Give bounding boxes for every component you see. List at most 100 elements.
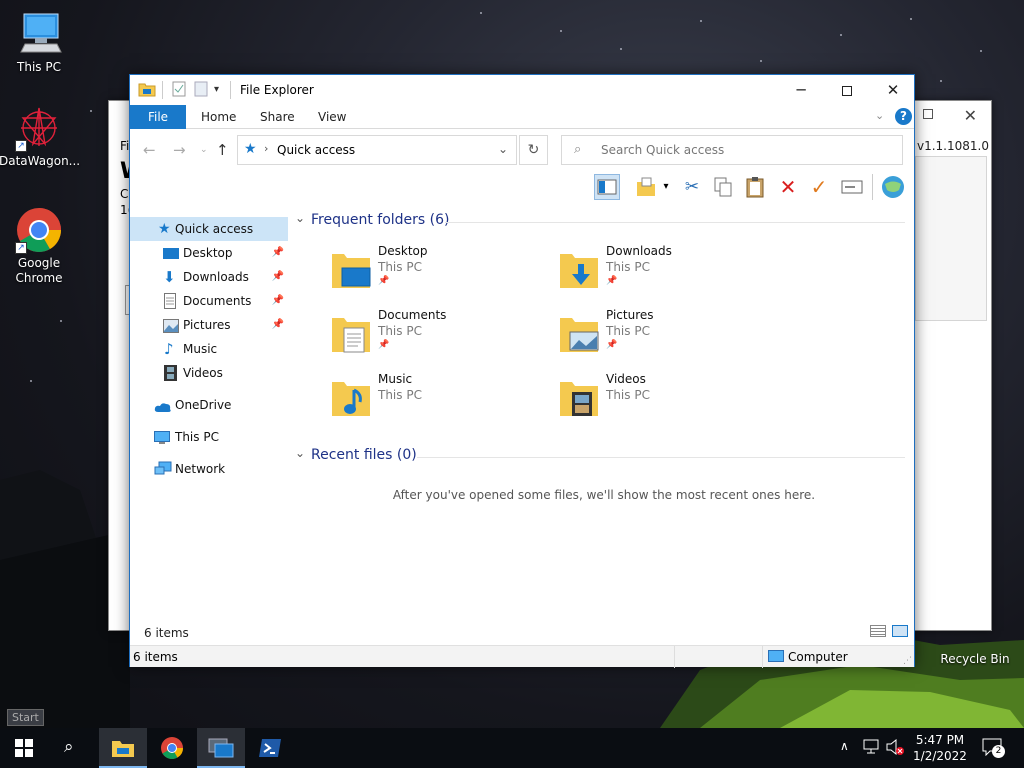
folder-tile-pictures[interactable]: Pictures This PC 📌 [558,308,768,368]
group-divider [445,222,905,223]
shortcut-arrow-icon: ↗ [15,242,27,254]
tab-view[interactable]: View [318,105,346,129]
refresh-button[interactable]: ↻ [519,135,548,165]
address-bar[interactable]: ★ › Quick access ⌄ [237,135,517,165]
close-button[interactable]: ✕ [870,75,916,105]
nav-item-videos[interactable]: Videos [130,361,288,385]
desktop-icon-label: DataWagon... [0,154,81,168]
nav-item-downloads[interactable]: ⬇ Downloads 📌 [130,265,288,289]
group-header-recent-files[interactable]: ⌄ Recent files (0) [295,446,913,467]
large-icons-view-icon[interactable] [892,625,908,637]
nav-item-quick-access[interactable]: ★ Quick access [130,217,288,241]
nav-item-pictures[interactable]: Pictures 📌 [130,313,288,337]
app-window-icon [208,738,234,758]
back-window-close-button[interactable]: ✕ [964,106,977,125]
tab-file[interactable]: File [130,105,186,129]
maximize-button[interactable] [824,75,870,105]
qat-separator [230,81,231,99]
folder-tile-documents[interactable]: Documents This PC 📌 [330,308,540,368]
new-folder-qat-icon[interactable] [194,81,208,99]
minimize-button[interactable]: ─ [778,75,824,105]
details-view-icon[interactable] [870,625,886,637]
title-bar[interactable]: ▾ File Explorer ─ ✕ [130,75,914,105]
paste-icon[interactable] [742,174,768,200]
rename-icon[interactable] [839,174,865,200]
nav-item-desktop[interactable]: Desktop 📌 [130,241,288,265]
folder-tile-desktop[interactable]: Desktop This PC 📌 [330,244,540,304]
folder-tile-videos[interactable]: Videos This PC [558,372,768,432]
music-note-icon: ♪ [164,340,174,358]
tab-share[interactable]: Share [260,105,295,129]
status-location: Computer [788,650,848,664]
action-center-button[interactable]: 2 [982,738,1006,758]
taskbar-powershell[interactable] [246,728,294,768]
network-status-icon[interactable] [862,739,880,768]
new-item-icon[interactable] [634,174,660,200]
new-item-dropdown-icon[interactable]: ▾ [660,174,672,200]
search-box[interactable]: ⌕ Search Quick access [561,135,903,165]
taskbar-app-window[interactable] [197,728,245,768]
documents-icon [164,293,180,309]
breadcrumb-chevron-icon: › [264,142,269,155]
back-button[interactable]: ← [143,141,156,159]
cut-icon[interactable]: ✂ [679,174,705,200]
nav-item-documents[interactable]: Documents 📌 [130,289,288,313]
show-hidden-icons-chevron-icon[interactable]: ∧ [840,739,849,768]
delete-icon[interactable]: ✕ [775,174,801,200]
nav-item-label: Pictures [183,318,231,332]
resize-grip-icon[interactable]: ⋰ [903,656,912,666]
copy-icon[interactable] [710,174,736,200]
tab-home[interactable]: Home [201,105,236,129]
pin-icon: 📌 [271,319,284,330]
item-count: 6 items [144,626,189,640]
file-explorer-window[interactable]: ▾ File Explorer ─ ✕ File Home Share View… [129,74,915,668]
recent-locations-button[interactable]: ⌄ [200,145,208,155]
folder-name: Music [378,372,413,386]
videos-folder-icon [558,378,600,416]
check-icon[interactable]: ✓ [806,174,832,200]
breadcrumb[interactable]: Quick access [277,143,355,157]
folder-location: This PC [378,260,422,274]
desktop-icon-google-chrome[interactable]: ↗ Google Chrome [0,206,79,286]
help-icon[interactable]: ? [895,108,912,125]
navigation-pane-button[interactable] [594,174,620,200]
folder-tile-downloads[interactable]: Downloads This PC 📌 [558,244,768,304]
forward-button[interactable]: → [173,141,186,159]
folder-name: Documents [378,308,447,322]
folder-tile-music[interactable]: Music This PC [330,372,540,432]
volume-muted-icon[interactable] [886,738,904,768]
qat-separator [162,81,163,99]
taskbar-chrome[interactable] [148,728,196,768]
desktop-folder-icon [330,250,372,288]
toolbar: ▾ ✂ ✕ ✓ [590,171,912,203]
nav-item-music[interactable]: ♪ Music [130,337,288,361]
recent-files-empty-message: After you've opened some files, we'll sh… [392,488,816,502]
expand-ribbon-icon[interactable]: ⌄ [875,109,884,122]
explorer-app-icon [138,81,156,99]
status-item-count: 6 items [133,650,178,664]
globe-icon[interactable] [880,174,906,200]
nav-item-this-pc[interactable]: This PC [130,425,288,449]
desktop-icon-datawagon[interactable]: ↗ DataWagon... [0,104,81,169]
desktop-folder-icon [163,245,179,261]
nav-item-onedrive[interactable]: OneDrive [130,393,288,417]
desktop-icon-this-pc[interactable]: This PC [0,10,79,75]
pin-icon: 📌 [378,340,390,350]
search-icon: ⌕ [574,142,582,157]
start-button[interactable] [0,728,48,768]
nav-item-network[interactable]: Network [130,457,288,481]
properties-icon[interactable] [172,81,186,99]
back-window-maximize-button[interactable] [923,109,933,119]
system-clock[interactable]: 5:47 PM 1/2/2022 [908,732,972,764]
customize-qat-icon[interactable]: ▾ [214,81,219,99]
address-dropdown-icon[interactable]: ⌄ [498,142,508,156]
group-header-frequent-folders[interactable]: ⌄ Frequent folders (6) [295,211,913,232]
nav-item-label: Documents [183,294,252,308]
taskbar-search-button[interactable]: ⌕ [48,728,96,768]
this-pc-monitor-icon [154,429,170,445]
maximize-icon [842,85,852,96]
up-button[interactable]: ↑ [216,141,229,159]
taskbar-file-explorer[interactable] [99,728,147,768]
group-title: Frequent folders (6) [311,212,450,228]
pin-icon: 📌 [606,276,618,286]
